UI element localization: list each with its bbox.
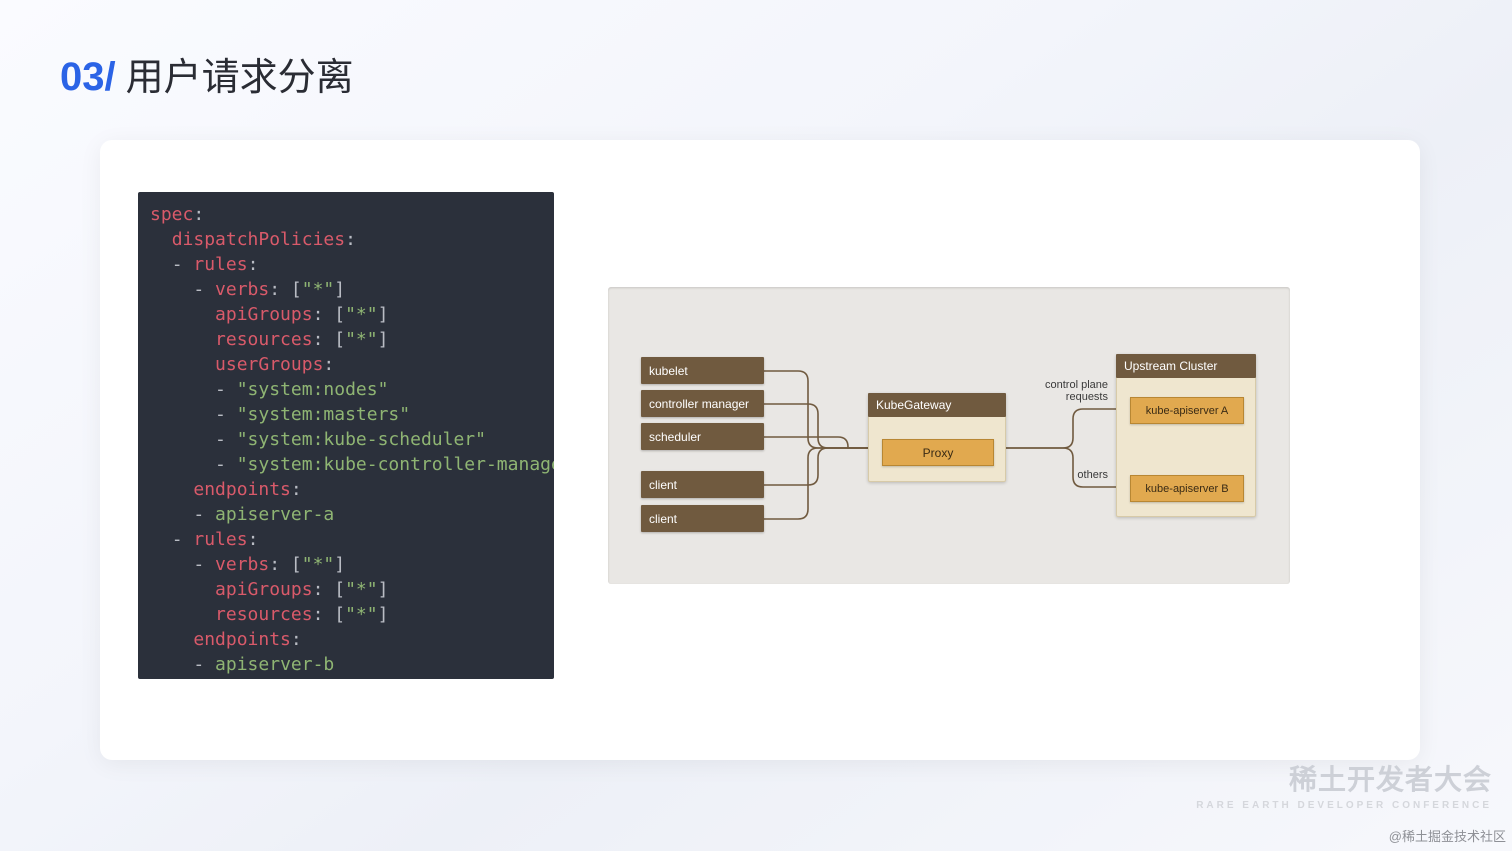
content-card: spec: dispatchPolicies: - rules: - verbs… <box>100 140 1420 760</box>
gateway-title: KubeGateway <box>868 393 1006 417</box>
label-others: others <box>1053 469 1108 481</box>
box-controller-manager: controller manager <box>641 390 764 417</box>
upstream-title: Upstream Cluster <box>1116 354 1256 378</box>
architecture-diagram: kubelet controller manager scheduler cli… <box>608 287 1290 584</box>
footer-brand-small: RARE EARTH DEVELOPER CONFERENCE <box>1196 800 1492 811</box>
slide-title: 03/ 用户请求分离 <box>60 46 354 101</box>
upstream-container: Upstream Cluster kube-apiserver A kube-a… <box>1116 354 1256 517</box>
box-client-2: client <box>641 505 764 532</box>
box-kubelet: kubelet <box>641 357 764 384</box>
title-text: 用户请求分离 <box>126 46 354 101</box>
title-number: 03/ <box>60 55 116 100</box>
footer-brand-big: 稀土开发者大会 <box>1196 758 1492 798</box>
yaml-code-block: spec: dispatchPolicies: - rules: - verbs… <box>138 192 554 679</box>
box-client-1: client <box>641 471 764 498</box>
apiserver-a-box: kube-apiserver A <box>1130 397 1244 424</box>
label-control-plane: control plane requests <box>1023 379 1108 403</box>
apiserver-b-box: kube-apiserver B <box>1130 475 1244 502</box>
footer-credit: @稀土掘金技术社区 <box>1389 826 1506 845</box>
proxy-box: Proxy <box>882 439 994 466</box>
footer-brand: 稀土开发者大会 RARE EARTH DEVELOPER CONFERENCE <box>1196 758 1492 811</box>
gateway-container: KubeGateway Proxy <box>868 393 1006 482</box>
box-scheduler: scheduler <box>641 423 764 450</box>
